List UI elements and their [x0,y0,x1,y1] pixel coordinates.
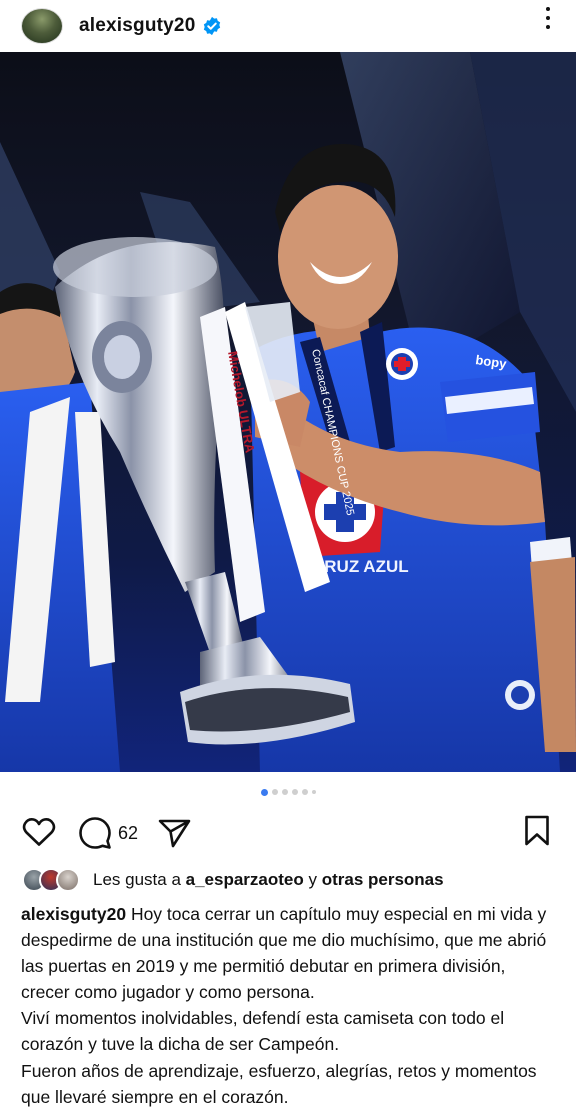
more-options-icon[interactable] [538,5,558,31]
carousel-dot [271,789,278,795]
likes-prefix: Les gusta a [93,870,186,889]
post-actions: 62 [0,812,576,854]
carousel-dot [311,790,316,794]
likes-others[interactable]: otras personas [322,870,444,889]
likes-user[interactable]: a_esparzaoteo [186,870,304,889]
likes-text: Les gusta a a_esparzaoteo y otras person… [93,870,444,890]
caption-paragraph: alexisguty20 Hoy toca cerrar un capítulo… [21,901,551,1005]
verified-badge-icon [204,16,221,36]
avatar[interactable] [21,8,63,44]
bookmark-icon[interactable] [524,815,550,847]
post-header: alexisguty20 [0,0,576,52]
carousel-dot [291,789,298,795]
comment-icon[interactable] [78,817,112,849]
carousel-dot-active [260,788,268,796]
caption-username[interactable]: alexisguty20 [21,904,126,924]
likes-summary[interactable]: Les gusta a a_esparzaoteo y otras person… [22,868,444,892]
heart-icon[interactable] [22,817,56,847]
liker-avatar [56,868,80,892]
share-icon[interactable] [158,818,192,848]
post-username[interactable]: alexisguty20 [79,15,195,37]
comment-count[interactable]: 62 [118,823,138,844]
carousel-indicator [0,788,576,796]
likes-connector: y [303,870,322,889]
carousel-dot [301,789,308,795]
caption-line: Viví momentos inolvidables, defendí esta… [21,1008,505,1055]
caption-line: Fueron años de aprendizaje, esfuerzo, al… [21,1060,537,1107]
carousel-dot [281,789,288,795]
post-photo[interactable]: CRUZ AZUL bopy Michelob ULTRA Concacaf C… [0,52,576,772]
post-caption: alexisguty20 Hoy toca cerrar un capítulo… [21,901,551,1110]
